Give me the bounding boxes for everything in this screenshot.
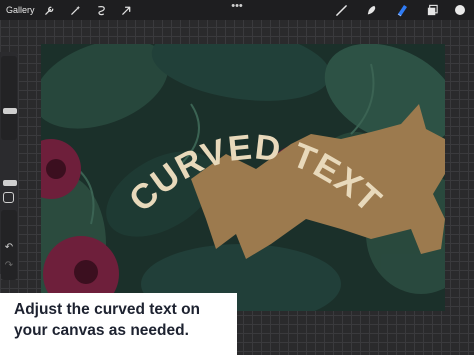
- modify-button[interactable]: [3, 192, 14, 203]
- canvas-artwork: CURVED TEXT: [41, 44, 445, 311]
- brush-size-slider[interactable]: [1, 56, 17, 140]
- eraser-icon[interactable]: [394, 0, 410, 20]
- caption-line-2: your canvas as needed.: [14, 322, 189, 339]
- artwork-canvas[interactable]: CURVED TEXT: [41, 44, 445, 311]
- left-sidebar: ↶ ↷: [0, 52, 18, 280]
- caption-line-1: Adjust the curved text on: [14, 301, 201, 318]
- gallery-button[interactable]: Gallery: [6, 0, 35, 20]
- more-options-button[interactable]: •••: [229, 0, 245, 16]
- selection-icon[interactable]: [94, 0, 108, 20]
- transform-arrow-icon[interactable]: [119, 0, 133, 20]
- caption-box: Adjust the curved text on your canvas as…: [0, 293, 237, 355]
- layers-icon[interactable]: [424, 0, 440, 20]
- magic-wand-icon[interactable]: [68, 0, 82, 20]
- smudge-icon[interactable]: [363, 0, 379, 20]
- undo-arrow-icon[interactable]: ↶: [3, 242, 15, 254]
- top-toolbar: Gallery •••: [0, 0, 474, 20]
- wrench-icon[interactable]: [42, 0, 56, 20]
- brush-icon[interactable]: [333, 0, 349, 20]
- redo-arrow-icon[interactable]: ↷: [3, 260, 15, 272]
- brush-size-slider-knob[interactable]: [3, 108, 17, 114]
- opacity-slider-knob[interactable]: [3, 180, 17, 186]
- color-swatch[interactable]: [452, 0, 468, 20]
